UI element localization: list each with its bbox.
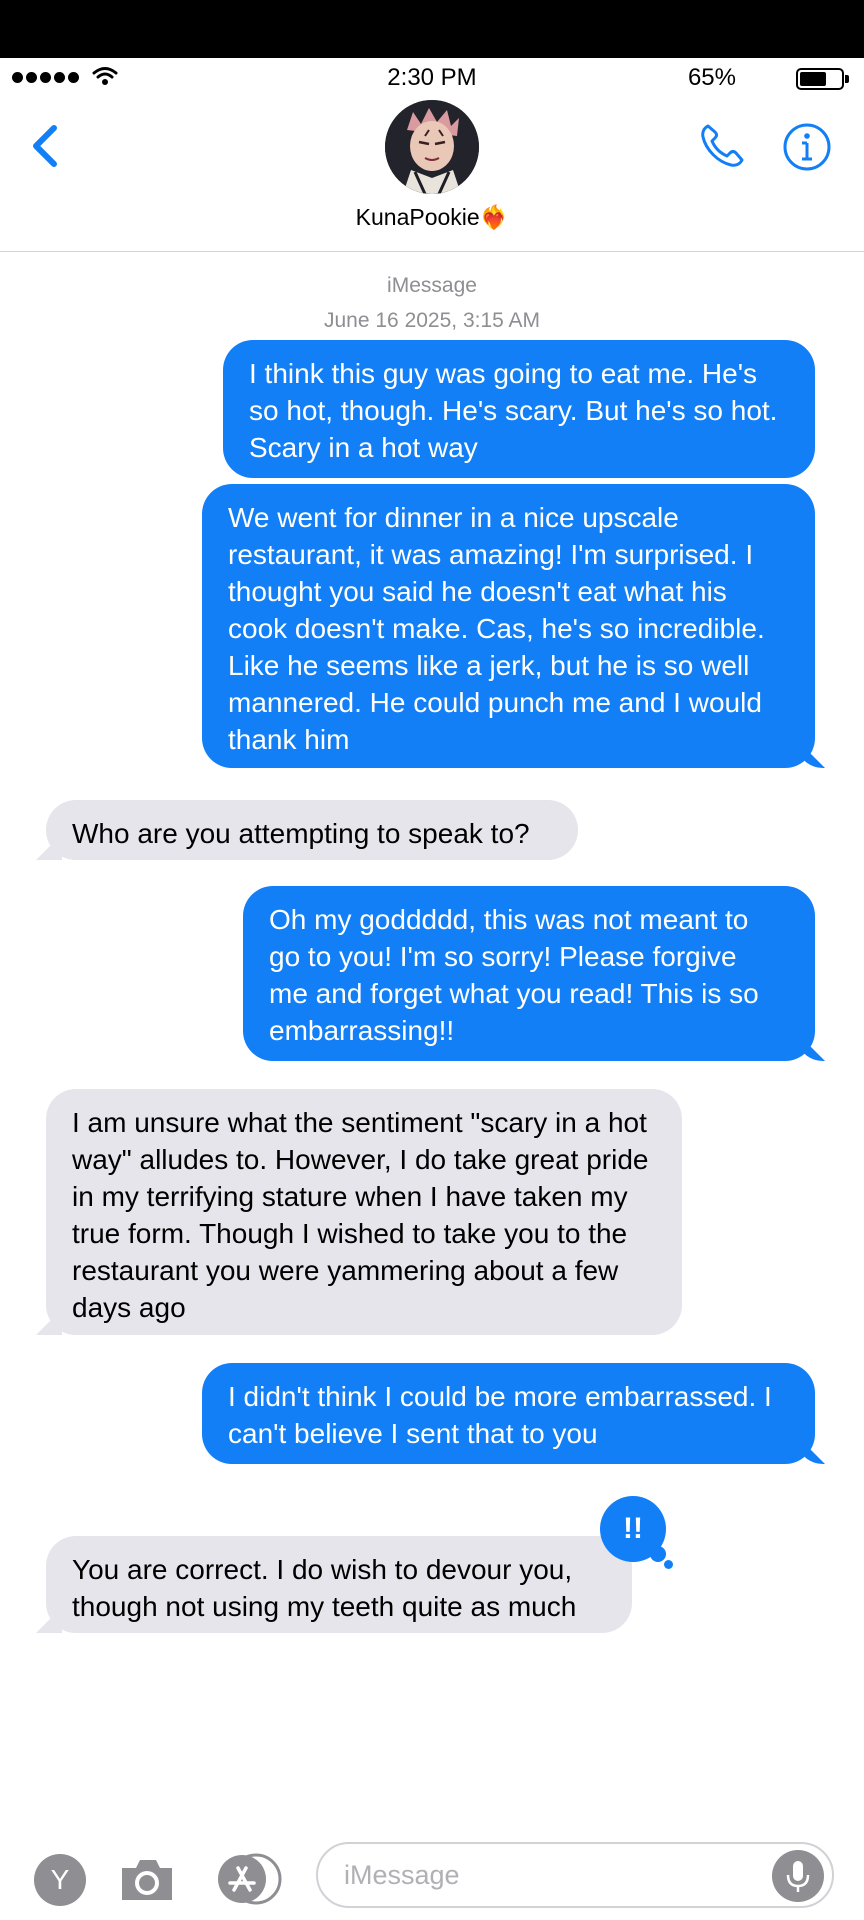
contact-avatar[interactable] bbox=[385, 100, 479, 194]
message-bubble-incoming[interactable]: You are correct. I do wish to devour you… bbox=[46, 1536, 632, 1633]
tapback-tail-dot bbox=[664, 1560, 673, 1569]
message-text: I think this guy was going to eat me. He… bbox=[249, 358, 778, 463]
battery-icon bbox=[796, 68, 849, 90]
message-text: I am unsure what the sentiment "scary in… bbox=[72, 1107, 649, 1323]
message-text-input[interactable] bbox=[344, 1856, 744, 1894]
heart-on-fire-emoji: ❤️‍🔥 bbox=[479, 204, 509, 230]
message-text: You are correct. I do wish to devour you… bbox=[72, 1554, 577, 1622]
tapback-label: !! bbox=[623, 1512, 643, 1545]
tapback-tail-dot bbox=[650, 1546, 666, 1562]
phone-icon[interactable] bbox=[696, 120, 748, 172]
app-store-icon[interactable] bbox=[214, 1852, 282, 1906]
conversation-header: KunaPookie❤️‍🔥 bbox=[0, 100, 864, 252]
camera-icon[interactable] bbox=[118, 1854, 176, 1904]
message-bubble-incoming[interactable]: I am unsure what the sentiment "scary in… bbox=[46, 1089, 682, 1335]
message-bubble-incoming[interactable]: Who are you attempting to speak to? bbox=[46, 800, 578, 860]
battery-percent: 65% bbox=[687, 64, 736, 91]
contact-name-text: KunaPookie bbox=[355, 204, 480, 230]
thread-timestamp: June 16 2025, 3:15 AM bbox=[324, 309, 540, 332]
message-bubble-outgoing[interactable]: I didn't think I could be more embarrass… bbox=[202, 1363, 815, 1464]
back-chevron-icon[interactable] bbox=[24, 118, 64, 174]
contact-name[interactable]: KunaPookie❤️‍🔥 bbox=[0, 204, 864, 231]
imessage-input-field[interactable] bbox=[316, 1842, 834, 1908]
service-label: iMessage bbox=[387, 274, 477, 297]
message-text: We went for dinner in a nice upscale res… bbox=[228, 502, 765, 755]
message-text: Oh my goddddd, this was not meant to go … bbox=[269, 904, 759, 1046]
message-bubble-outgoing[interactable]: We went for dinner in a nice upscale res… bbox=[202, 484, 815, 768]
message-bubble-outgoing[interactable]: Oh my goddddd, this was not meant to go … bbox=[243, 886, 815, 1061]
app-drawer-y-button[interactable]: Y bbox=[34, 1854, 86, 1906]
status-bar: 2:30 PM 65% bbox=[0, 58, 864, 100]
top-black-bar bbox=[0, 0, 864, 58]
message-text: Who are you attempting to speak to? bbox=[72, 818, 530, 849]
message-text: I didn't think I could be more embarrass… bbox=[228, 1381, 772, 1449]
message-bubble-outgoing[interactable]: I think this guy was going to eat me. He… bbox=[223, 340, 815, 478]
message-input-bar: Y bbox=[0, 1830, 864, 1920]
info-icon[interactable] bbox=[782, 122, 832, 172]
app-button-label: Y bbox=[50, 1864, 70, 1895]
microphone-icon[interactable] bbox=[772, 1850, 824, 1902]
